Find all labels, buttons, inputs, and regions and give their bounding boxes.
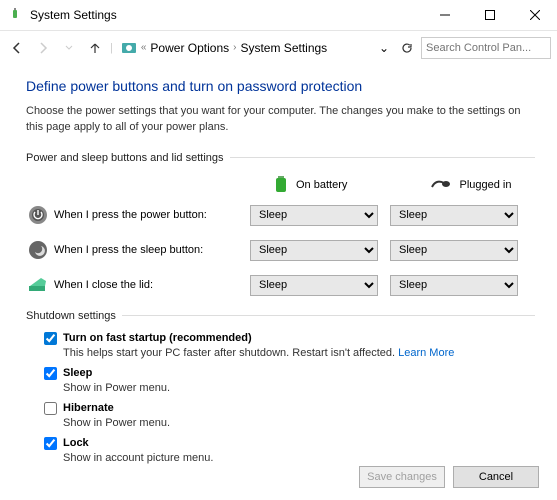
column-headers: On battery Plugged in xyxy=(274,174,535,197)
lid-battery-select[interactable]: Sleep xyxy=(250,275,378,296)
sleep-desc: Show in Power menu. xyxy=(63,382,535,394)
sleep-plugged-select[interactable]: Sleep xyxy=(390,240,518,261)
power-button-icon xyxy=(26,205,50,225)
lid-icon xyxy=(26,276,50,294)
row-sleep-button: When I press the sleep button: Sleep Sle… xyxy=(26,240,535,261)
forward-button[interactable] xyxy=(32,37,54,59)
chevron-right-icon: › xyxy=(233,42,236,53)
row-label: When I press the sleep button: xyxy=(50,244,250,256)
hibernate-checkbox[interactable] xyxy=(44,402,57,415)
power-plugged-select[interactable]: Sleep xyxy=(390,205,518,226)
back-button[interactable] xyxy=(6,37,28,59)
window-title: System Settings xyxy=(30,8,422,22)
lock-label: Lock xyxy=(63,437,89,449)
page-title: Define power buttons and turn on passwor… xyxy=(26,78,535,94)
plug-icon xyxy=(430,177,452,194)
row-label: When I press the power button: xyxy=(50,209,250,221)
divider xyxy=(230,157,535,158)
maximize-button[interactable] xyxy=(467,0,512,30)
refresh-button[interactable] xyxy=(397,38,417,58)
power-battery-select[interactable]: Sleep xyxy=(250,205,378,226)
hibernate-desc: Show in Power menu. xyxy=(63,417,535,429)
titlebar: System Settings xyxy=(0,0,557,30)
lock-checkbox[interactable] xyxy=(44,437,57,450)
group-label: Power and sleep buttons and lid settings xyxy=(26,152,224,164)
search-input[interactable] xyxy=(421,37,551,59)
col-plugged: Plugged in xyxy=(430,174,536,197)
hibernate-label: Hibernate xyxy=(63,402,114,414)
fast-startup-desc: This helps start your PC faster after sh… xyxy=(63,347,535,359)
shutdown-lock: Lock Show in account picture menu. xyxy=(44,437,535,464)
navbar: | « Power Options › System Settings ⌄ xyxy=(0,30,557,64)
sleep-checkbox[interactable] xyxy=(44,367,57,380)
page-intro: Choose the power settings that you want … xyxy=(26,104,535,136)
recent-dropdown[interactable] xyxy=(58,37,80,59)
shutdown-sleep: Sleep Show in Power menu. xyxy=(44,367,535,394)
breadcrumb-item[interactable]: Power Options xyxy=(150,41,229,55)
content-area: Define power buttons and turn on passwor… xyxy=(0,64,557,464)
row-label: When I close the lid: xyxy=(50,279,250,291)
col-battery: On battery xyxy=(274,174,380,197)
minimize-button[interactable] xyxy=(422,0,467,30)
breadcrumb-item[interactable]: System Settings xyxy=(240,41,327,55)
group-label: Shutdown settings xyxy=(26,310,116,322)
lid-plugged-select[interactable]: Sleep xyxy=(390,275,518,296)
up-button[interactable] xyxy=(84,37,106,59)
close-button[interactable] xyxy=(512,0,557,30)
fast-startup-label: Turn on fast startup (recommended) xyxy=(63,332,252,344)
col-label: On battery xyxy=(296,179,347,191)
shutdown-fast-startup: Turn on fast startup (recommended) This … xyxy=(44,332,535,359)
col-label: Plugged in xyxy=(460,179,512,191)
lock-desc: Show in account picture menu. xyxy=(63,452,535,464)
sleep-button-icon xyxy=(26,240,50,260)
power-options-icon xyxy=(8,7,24,23)
control-panel-icon xyxy=(121,40,137,56)
learn-more-link[interactable]: Learn More xyxy=(398,347,454,359)
breadcrumb-dropdown[interactable]: ⌄ xyxy=(379,41,389,55)
shutdown-hibernate: Hibernate Show in Power menu. xyxy=(44,402,535,429)
sleep-battery-select[interactable]: Sleep xyxy=(250,240,378,261)
sleep-label: Sleep xyxy=(63,367,92,379)
cancel-button[interactable]: Cancel xyxy=(453,466,539,488)
fast-startup-checkbox[interactable] xyxy=(44,332,57,345)
group-buttons-lid: Power and sleep buttons and lid settings xyxy=(26,152,535,164)
nav-separator: | xyxy=(110,42,113,54)
battery-icon xyxy=(274,174,288,197)
chevron-right-icon: « xyxy=(141,42,147,53)
group-shutdown: Shutdown settings xyxy=(26,310,535,322)
breadcrumb[interactable]: « Power Options › System Settings ⌄ xyxy=(117,40,393,56)
divider xyxy=(122,315,535,316)
row-power-button: When I press the power button: Sleep Sle… xyxy=(26,205,535,226)
row-lid: When I close the lid: Sleep Sleep xyxy=(26,275,535,296)
save-button[interactable]: Save changes xyxy=(359,466,445,488)
footer: Save changes Cancel xyxy=(359,466,539,488)
